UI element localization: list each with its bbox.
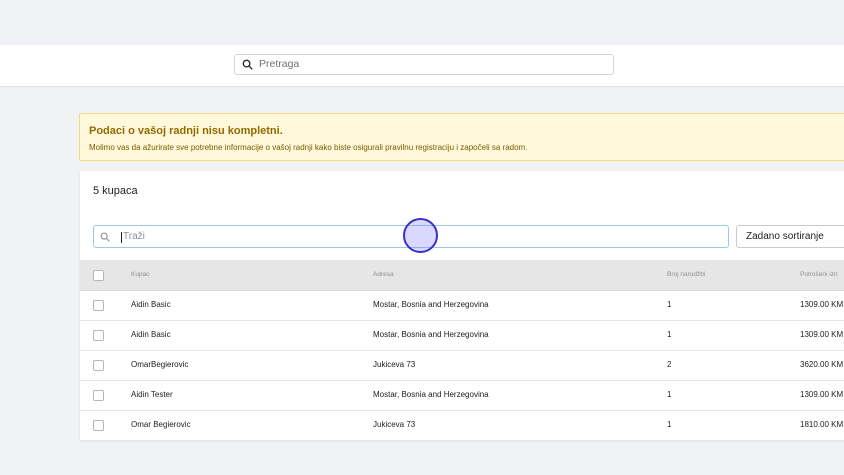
row-amount-spent: 1309.00 KM — [800, 300, 844, 309]
click-indicator — [403, 218, 438, 253]
select-all-checkbox[interactable] — [93, 270, 104, 281]
row-amount-spent: 3620.00 KM — [800, 360, 844, 369]
column-header-orders[interactable]: Broj narudžbi — [667, 271, 705, 278]
row-amount-spent: 1309.00 KM — [800, 390, 844, 399]
row-address: Mostar, Bosnia and Herzegovina — [373, 300, 489, 309]
row-checkbox[interactable] — [93, 420, 104, 431]
row-checkbox[interactable] — [93, 360, 104, 371]
global-search-placeholder: Pretraga — [259, 58, 300, 70]
row-customer-name: OmarBegierovic — [131, 360, 189, 369]
customers-card: 5 kupaca Traži Zadano sortiranje Kupac A… — [80, 171, 844, 441]
row-amount-spent: 1810.00 KM — [800, 420, 844, 429]
column-header-customer[interactable]: Kupac — [131, 271, 149, 278]
column-header-spent[interactable]: Potrošeni izn — [800, 271, 838, 278]
banner-message: Molimo vas da ažurirate sve potrebne inf… — [89, 143, 528, 152]
row-order-count: 2 — [667, 360, 672, 369]
row-checkbox[interactable] — [93, 330, 104, 341]
row-amount-spent: 1309.00 KM — [800, 330, 844, 339]
customers-count: 5 kupaca — [93, 185, 138, 197]
row-customer-name: Aidin Tester — [131, 390, 173, 399]
table-row[interactable]: Aidin Tester Mostar, Bosnia and Herzegov… — [80, 380, 844, 411]
top-bar: Pretraga — [0, 45, 844, 87]
column-header-address[interactable]: Adresa — [373, 271, 394, 278]
customers-search-placeholder: Traži — [123, 231, 145, 242]
text-caret — [121, 232, 122, 243]
table-row[interactable]: Aidin Basic Mostar, Bosnia and Herzegovi… — [80, 320, 844, 351]
row-order-count: 1 — [667, 390, 672, 399]
sort-select[interactable]: Zadano sortiranje — [736, 225, 844, 248]
table-header: Kupac Adresa Broj narudžbi Potrošeni izn — [80, 260, 844, 291]
row-order-count: 1 — [667, 330, 672, 339]
sort-select-value: Zadano sortiranje — [746, 231, 824, 242]
row-address: Mostar, Bosnia and Herzegovina — [373, 330, 489, 339]
row-address: Jukiceva 73 — [373, 360, 416, 369]
row-order-count: 1 — [667, 420, 672, 429]
search-icon — [100, 232, 110, 242]
row-checkbox[interactable] — [93, 390, 104, 401]
row-address: Jukiceva 73 — [373, 420, 416, 429]
top-strip — [0, 0, 844, 45]
row-customer-name: Aidin Basic — [131, 330, 171, 339]
row-order-count: 1 — [667, 300, 672, 309]
row-customer-name: Aidin Basic — [131, 300, 171, 309]
banner-title: Podaci o vašoj radnji nisu kompletni. — [89, 125, 283, 137]
row-customer-name: Omar Begierovic — [131, 420, 191, 429]
row-checkbox[interactable] — [93, 300, 104, 311]
table-row[interactable]: OmarBegierovic Jukiceva 73 2 3620.00 KM — [80, 350, 844, 381]
row-address: Mostar, Bosnia and Herzegovina — [373, 390, 489, 399]
global-search-input[interactable]: Pretraga — [234, 54, 614, 75]
table-row[interactable]: Aidin Basic Mostar, Bosnia and Herzegovi… — [80, 290, 844, 321]
table-row[interactable]: Omar Begierovic Jukiceva 73 1 1810.00 KM — [80, 410, 844, 441]
search-icon — [242, 59, 253, 70]
incomplete-info-banner: Podaci o vašoj radnji nisu kompletni. Mo… — [79, 113, 844, 161]
